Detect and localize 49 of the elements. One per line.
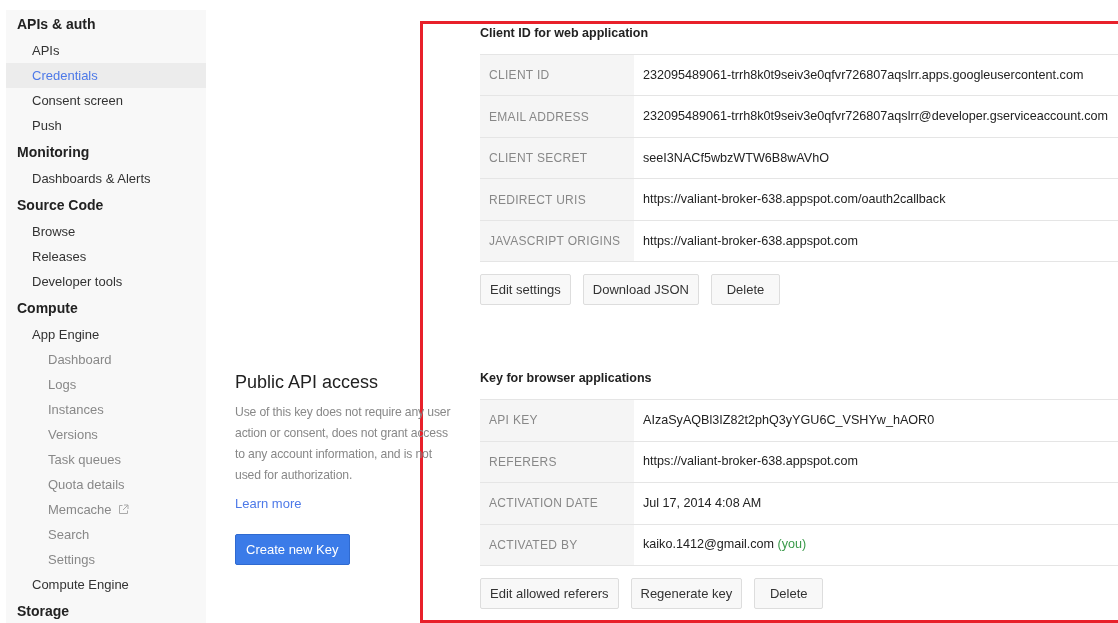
delete-button[interactable]: Delete (754, 578, 824, 609)
section-title: Key for browser applications (480, 370, 653, 388)
field-value: seeI3NACf5wbzWTW6B8wAVhO (642, 149, 829, 167)
action-button[interactable]: Regenerate key (630, 578, 743, 609)
action-button[interactable]: Edit settings (480, 274, 571, 306)
field-value: 232095489061-trrh8k0t9seiv3e0qfvr726807aqslrr.apps.googleusercontent.com (642, 66, 1084, 84)
sidebar-item[interactable]: Instances (6, 397, 206, 422)
field-value: https://valiant-broker-638.appspot.com (642, 232, 858, 250)
field-label: REFERERS (480, 441, 634, 482)
field-value: AIzaSyAQBl3IZ82t2phQ3yYGU6C_VSHYw_hAOR0 (642, 411, 935, 429)
delete-button[interactable]: Delete (710, 274, 780, 306)
sidebar-item[interactable]: Dashboards & Alerts (6, 166, 206, 191)
field-label: EMAIL ADDRESS (480, 96, 634, 137)
sidebar-item[interactable]: Credentials (6, 63, 206, 88)
field-label: CLIENT SECRET (480, 137, 634, 179)
field-value: kaiko.1412@gmail.com (you) (642, 536, 807, 554)
sidebar-item[interactable]: Task queues (6, 447, 206, 472)
sidebar-item[interactable]: Consent screen (6, 88, 206, 113)
section-heading: Compute (16, 299, 79, 318)
field-label: ACTIVATED BY (480, 524, 634, 565)
field-label: CLIENT ID (480, 54, 634, 96)
field-value: 232095489061-trrh8k0t9seiv3e0qfvr726807aqslrr@developer.gserviceaccount.com (642, 108, 1109, 126)
field-value: https://valiant-broker-638.appspot.com (642, 453, 858, 471)
sidebar-item[interactable]: Compute Engine (6, 572, 206, 597)
sidebar-item[interactable]: Push (6, 113, 206, 138)
learn-more-link[interactable]: Learn more (235, 494, 302, 514)
section-heading: Monitoring (16, 143, 91, 162)
field-label: ACTIVATION DATE (480, 483, 634, 524)
action-button[interactable]: Download JSON (582, 274, 699, 306)
action-button[interactable]: Edit allowed referers (480, 578, 619, 609)
section-title: Public API access (235, 371, 380, 395)
sidebar-item[interactable]: Developer tools (6, 269, 206, 294)
field-value: https://valiant-broker-638.appspot.com/oauth2callback (642, 191, 946, 209)
field-label: REDIRECT URIS (480, 179, 634, 220)
section-title: Client ID for web application (480, 25, 650, 42)
field-label: JAVASCRIPT ORIGINS (480, 220, 634, 262)
sidebar-item[interactable]: Browse (6, 219, 206, 244)
create-key-button[interactable]: Create new Key (235, 533, 350, 565)
sidebar-item[interactable]: Versions (6, 422, 206, 447)
sidebar-item[interactable]: Releases (6, 244, 206, 269)
sidebar-item[interactable]: APIs (6, 38, 206, 63)
sidebar-item[interactable]: App Engine (6, 322, 206, 347)
field-label: API KEY (480, 400, 634, 441)
section-heading: Source Code (16, 196, 105, 215)
you-note: (you) (777, 537, 807, 552)
section-heading: Storage (16, 602, 71, 621)
field-value: Jul 17, 2014 4:08 AM (642, 494, 762, 512)
sidebar-item[interactable]: Quota details (6, 472, 206, 497)
section-heading: APIs & auth (16, 15, 97, 34)
